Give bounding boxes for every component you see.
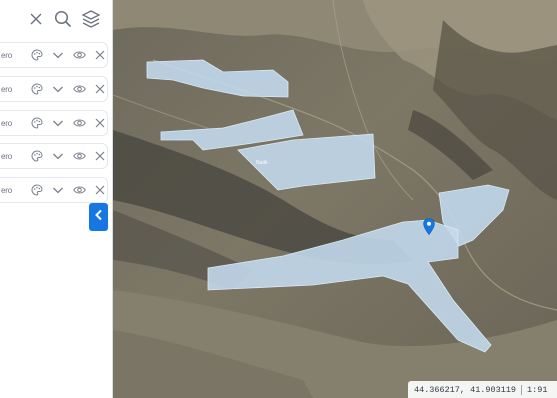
collapse-panel-button[interactable] (89, 203, 108, 231)
eye-icon[interactable] (72, 48, 86, 62)
layer-item[interactable]: ero (0, 42, 108, 68)
chevron-down-icon[interactable] (51, 116, 65, 130)
scale-text: 1:91 (527, 384, 548, 395)
layer-name: ero (1, 185, 12, 195)
layer-name: ero (1, 84, 12, 94)
polygon-label: Nurik (256, 160, 268, 166)
chevron-down-icon[interactable] (51, 183, 65, 197)
layer-name: ero (1, 118, 12, 128)
eye-icon[interactable] (72, 183, 86, 197)
eye-icon[interactable] (72, 116, 86, 130)
eye-icon[interactable] (72, 149, 86, 163)
close-icon[interactable] (25, 8, 47, 30)
palette-icon[interactable] (30, 149, 44, 163)
close-icon[interactable] (93, 149, 107, 163)
layer-name: ero (1, 50, 12, 60)
coordinates-text: 44.366217, 41.903119 (414, 384, 517, 395)
satellite-map[interactable]: Nurik 44.366217, 41.903119 1:91 (113, 0, 557, 398)
layer-item[interactable]: ero (0, 76, 108, 102)
close-icon[interactable] (93, 183, 107, 197)
close-icon[interactable] (93, 116, 107, 130)
palette-icon[interactable] (30, 82, 44, 96)
layers-panel: ero ero ero ero ero (0, 0, 113, 398)
close-icon[interactable] (93, 48, 107, 62)
chevron-down-icon[interactable] (51, 48, 65, 62)
location-pin-icon[interactable] (423, 218, 435, 235)
palette-icon[interactable] (30, 116, 44, 130)
layer-item[interactable]: ero (0, 177, 108, 203)
coordinate-readout: 44.366217, 41.903119 1:91 (408, 381, 557, 398)
palette-icon[interactable] (30, 183, 44, 197)
layer-item[interactable]: ero (0, 110, 108, 136)
chevron-down-icon[interactable] (51, 82, 65, 96)
eye-icon[interactable] (72, 82, 86, 96)
satellite-imagery: Nurik (113, 0, 557, 398)
layer-item[interactable]: ero (0, 143, 108, 169)
palette-icon[interactable] (30, 48, 44, 62)
chevron-left-icon (94, 208, 104, 226)
chevron-down-icon[interactable] (51, 149, 65, 163)
close-icon[interactable] (93, 82, 107, 96)
layer-name: ero (1, 151, 12, 161)
divider (521, 384, 523, 395)
layers-icon[interactable] (80, 8, 102, 30)
search-icon[interactable] (52, 8, 74, 30)
